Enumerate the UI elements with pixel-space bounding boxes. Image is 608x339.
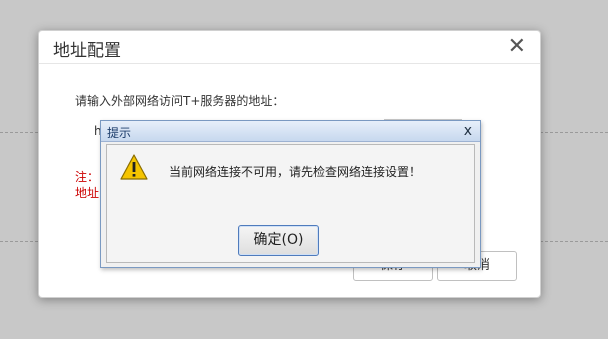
address-prompt-label: 请输入外部网络访问T+服务器的地址： [75, 94, 285, 108]
alert-message: 当前网络连接不可用，请先检查网络连接设置！ [169, 165, 422, 179]
alert-title: 提示 [107, 126, 132, 140]
note-text: 注： 地址 [75, 169, 99, 201]
alert-titlebar: 提示 x [101, 121, 480, 142]
close-icon[interactable]: ✕ [508, 34, 526, 60]
warning-icon [119, 153, 149, 185]
note-line-1: 注： [75, 170, 100, 184]
close-icon[interactable]: x [464, 122, 472, 140]
dialog-header: 地址配置 ✕ [39, 31, 540, 64]
alert-dialog: 提示 x 当前网络连接不可用，请先检查网络连接设置！ 确定(O) [100, 120, 481, 268]
ok-button[interactable]: 确定(O) [238, 225, 319, 256]
alert-body: 当前网络连接不可用，请先检查网络连接设置！ 确定(O) [106, 144, 475, 263]
note-line-2: 地址 [75, 186, 100, 200]
dialog-title: 地址配置 [53, 41, 121, 61]
